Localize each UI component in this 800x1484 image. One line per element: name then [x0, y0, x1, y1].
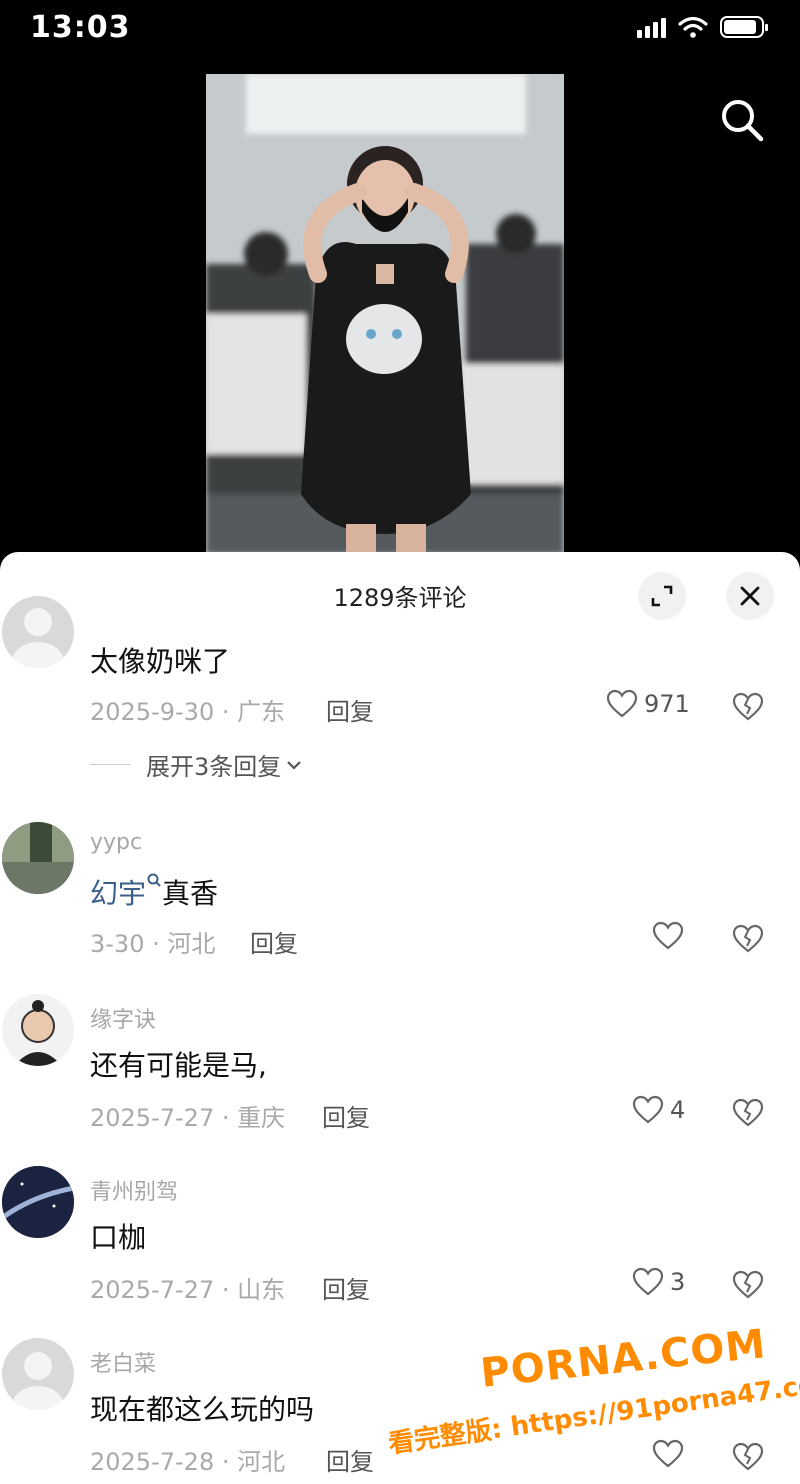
dislike-button[interactable] [732, 1442, 764, 1476]
video-frame [206, 74, 564, 554]
reply-button[interactable]: 回复 [326, 1442, 374, 1477]
comment-text: 幻宇 真香 [90, 872, 218, 912]
comment-text: 还有可能是马, [90, 1049, 267, 1082]
dislike-button[interactable] [732, 924, 764, 958]
status-icons [637, 16, 768, 38]
broken-heart-icon [732, 924, 764, 953]
search-icon [147, 873, 161, 887]
like-count: 4 [670, 1096, 686, 1124]
heart-icon [632, 1095, 664, 1124]
reply-button[interactable]: 回复 [250, 924, 298, 959]
comment-text-body: 真香 [162, 877, 219, 910]
comment-username[interactable]: yypc [90, 830, 142, 855]
dislike-button[interactable] [732, 1270, 764, 1304]
heart-icon [606, 689, 638, 718]
avatar[interactable] [2, 994, 74, 1066]
like-button[interactable] [652, 1439, 690, 1469]
chevron-down-icon [287, 760, 302, 770]
comments-header: 1289条评论 [0, 552, 800, 634]
wifi-icon [678, 16, 708, 38]
comment-date-location: 2025-7-27 · 山东 [90, 1276, 286, 1304]
comment-date-location: 3-30 · 河北 [90, 930, 216, 958]
heart-icon [652, 1439, 684, 1468]
like-count: 3 [670, 1268, 686, 1296]
comments-panel: 1289条评论 太像奶咪了 2025-9-30 · 广东 回复 971 展开3条… [0, 552, 800, 1484]
comment-username[interactable]: 老白菜 [90, 1346, 156, 1378]
reply-button[interactable]: 回复 [322, 1098, 370, 1133]
comment-username[interactable]: 缘字诀 [90, 1002, 156, 1034]
close-button[interactable] [726, 572, 774, 620]
broken-heart-icon [732, 1442, 764, 1471]
close-icon [740, 586, 760, 606]
reply-button[interactable]: 回复 [322, 1270, 370, 1305]
broken-heart-icon [732, 1098, 764, 1127]
avatar[interactable] [2, 1338, 74, 1410]
dislike-button[interactable] [732, 1098, 764, 1132]
mention-link[interactable]: 幻宇 [90, 877, 146, 910]
comment-username[interactable]: 青州别驾 [90, 1174, 178, 1206]
avatar[interactable] [2, 822, 74, 894]
like-button[interactable]: 4 [632, 1095, 685, 1125]
broken-heart-icon [732, 1270, 764, 1299]
search-icon [722, 100, 764, 142]
expand-icon [651, 585, 673, 607]
comment-date-location: 2025-9-30 · 广东 [90, 698, 286, 726]
avatar[interactable] [2, 596, 74, 668]
like-button[interactable]: 971 [606, 689, 690, 719]
like-button[interactable]: 3 [632, 1267, 685, 1297]
comment-text: 现在都这么玩的吗 [90, 1393, 315, 1426]
like-button[interactable] [652, 921, 690, 951]
signal-icon [637, 16, 666, 38]
comment-date-location: 2025-7-28 · 河北 [90, 1448, 286, 1476]
dislike-button[interactable] [732, 692, 764, 726]
heart-icon [632, 1267, 664, 1296]
status-time: 13:03 [30, 10, 131, 45]
like-count: 971 [644, 690, 690, 718]
expand-replies-label: 展开3条回复 [146, 753, 282, 781]
reply-button[interactable]: 回复 [326, 692, 374, 727]
status-bar: 13:03 [0, 0, 800, 60]
comment-date-location: 2025-7-27 · 重庆 [90, 1104, 286, 1132]
video-player[interactable] [206, 74, 564, 554]
comment-text: 口枷 [90, 1221, 147, 1254]
avatar[interactable] [2, 1166, 74, 1238]
comment-text: 太像奶咪了 [90, 645, 231, 678]
broken-heart-icon [732, 692, 764, 721]
battery-icon [720, 16, 768, 38]
heart-icon [652, 921, 684, 950]
expand-button[interactable] [638, 572, 686, 620]
expand-replies-button[interactable]: 展开3条回复 [90, 747, 303, 782]
search-button[interactable] [718, 96, 766, 144]
